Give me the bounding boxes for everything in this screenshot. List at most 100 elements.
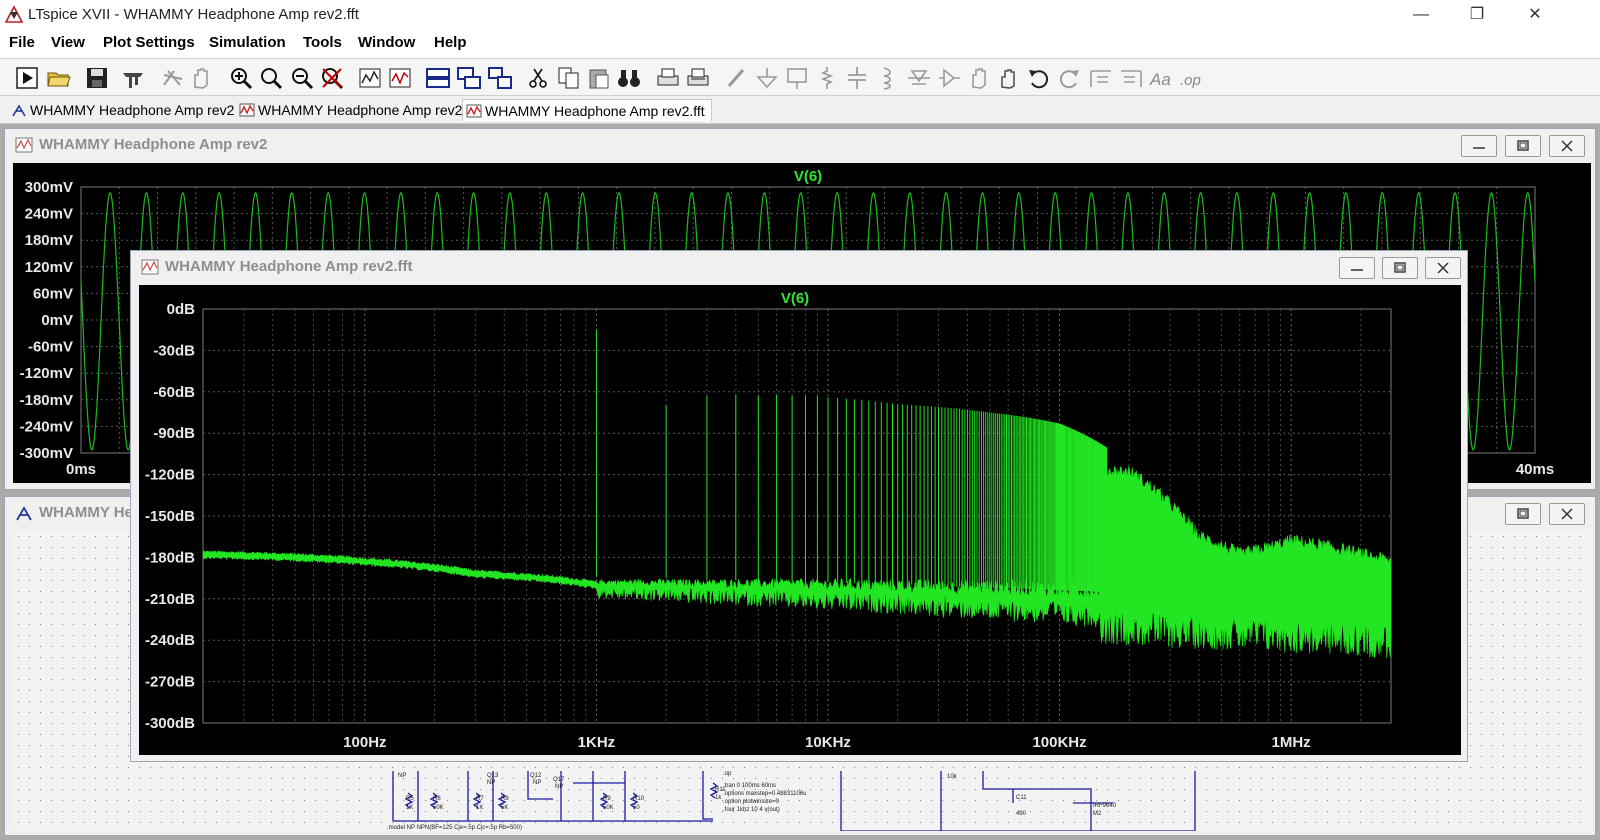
x-tick-label: 40ms [1516,461,1554,478]
window-title: WHAMMY Headphone Amp rev2 [39,136,268,153]
redo-icon[interactable] [1056,65,1082,91]
part-value: 50 [633,805,640,811]
zoom-in-icon[interactable] [228,65,254,91]
menu-help[interactable]: Help [434,34,467,51]
maximize-button[interactable] [1505,135,1541,157]
tab-label: WHAMMY Headphone Amp rev2.fft [485,103,705,119]
menu-window[interactable]: Window [358,34,415,51]
tab-fft[interactable]: WHAMMY Headphone Amp rev2.fft [462,99,712,121]
window-title-bar[interactable]: WHAMMY Headphone Amp rev2 [5,129,1595,159]
svg-text:.op: .op [1180,72,1201,89]
chart-title: V(6) [794,168,822,185]
ground-icon[interactable] [754,65,780,91]
fft-plot-window[interactable]: WHAMMY Headphone Amp rev2.fft V(6) 0dB -3… [130,250,1468,762]
menu-view[interactable]: View [51,34,85,51]
move-icon[interactable] [966,65,992,91]
tab-schematic[interactable]: WHAMMY Headphone Amp rev2 [8,99,234,121]
fft-noise-band [202,465,1392,659]
x-tick-label: 0ms [66,461,96,478]
tab-label: WHAMMY Headphone Amp rev2 [30,102,235,118]
control-panel-icon[interactable] [120,65,146,91]
y-tick-label: 240mV [25,206,73,223]
maximize-button[interactable] [1382,257,1418,279]
open-icon[interactable] [46,65,72,91]
x-tick-label: 10KHz [805,734,851,751]
minimize-icon [1473,147,1485,149]
part-value: 490 [1016,811,1027,817]
rotate-icon[interactable] [1088,65,1114,91]
part-value: 5K [501,805,508,811]
print-icon[interactable] [655,65,681,91]
window-title-bar[interactable]: WHAMMY Headphone Amp rev2.fft [131,251,1467,281]
y-tick-label: -60dB [153,384,195,401]
pan-icon[interactable] [188,65,214,91]
maximize-button[interactable] [1505,503,1541,525]
cut-icon[interactable] [525,65,551,91]
y-tick-label: 0mV [41,312,73,329]
undo-icon[interactable] [1026,65,1052,91]
zoom-area-icon[interactable] [258,65,284,91]
halt-icon[interactable] [160,65,186,91]
svg-text:Aa: Aa [1149,70,1171,89]
menu-simulation[interactable]: Simulation [209,34,286,51]
tile-vertical-icon[interactable] [487,65,513,91]
add-trace-icon[interactable] [387,65,413,91]
print-preview-icon[interactable] [685,65,711,91]
close-button[interactable] [1425,257,1461,279]
menu-file[interactable]: File [9,34,35,51]
menu-bar: File View Plot Settings Simulation Tools… [0,30,1600,56]
menu-plot-settings[interactable]: Plot Settings [103,34,195,51]
y-tick-label: 0dB [167,301,196,318]
resistor-icon[interactable] [814,65,840,91]
minimize-button[interactable] [1339,257,1375,279]
label-net-icon[interactable] [784,65,810,91]
close-button[interactable] [1549,503,1585,525]
zoom-cancel-icon[interactable] [319,65,345,91]
y-tick-label: 60mV [33,285,73,302]
close-button[interactable]: ✕ [1512,4,1558,26]
restore-button[interactable]: ❐ [1454,4,1500,26]
mdi-workspace: WHAMMY Headphone Amp rev2 V(6) 300mV 240m… [0,124,1600,840]
tab-waveform[interactable]: WHAMMY Headphone Amp rev2 [236,99,462,121]
maximize-icon [1517,508,1529,519]
capacitor-icon[interactable] [844,65,870,91]
minimize-button[interactable]: — [1398,4,1444,26]
mirror-icon[interactable] [1118,65,1144,91]
inductor-icon[interactable] [874,65,900,91]
menu-tools[interactable]: Tools [303,34,342,51]
part-value: 50K [603,805,614,811]
paste-icon[interactable] [586,65,612,91]
minimize-icon [1351,269,1363,271]
text-icon[interactable]: Aa [1148,65,1174,91]
x-tick-label: 1KHz [578,734,616,751]
autorange-icon[interactable] [357,65,383,91]
part-label: R9 [603,796,611,802]
y-tick-label: 180mV [25,232,73,249]
draw-wire-icon[interactable] [724,65,750,91]
part-label: R10 [633,796,645,802]
component-icon[interactable] [936,65,962,91]
part-label: Q12 [530,773,542,779]
save-icon[interactable] [84,65,110,91]
spice-directive-icon[interactable]: .op [1178,65,1204,91]
part-label: Q17 [553,777,565,783]
run-icon[interactable] [14,65,40,91]
zoom-out-icon[interactable] [289,65,315,91]
part-label: M2 [1093,811,1102,817]
diode-icon[interactable] [906,65,932,91]
x-tick-label: 100Hz [343,734,386,751]
close-button[interactable] [1549,135,1585,157]
cascade-icon[interactable] [456,65,482,91]
find-icon[interactable] [616,65,642,91]
minimize-button[interactable] [1461,135,1497,157]
tile-horizontal-icon[interactable] [425,65,451,91]
y-tick-label: -210dB [145,591,195,608]
y-tick-label: -240mV [20,418,73,435]
fft-plot-area[interactable]: V(6) 0dB -30dB -60dB -90dB -120dB -150dB -180d… [139,285,1461,755]
spice-directive: .four 1khz 10 4 v(out) [723,807,780,813]
copy-icon[interactable] [556,65,582,91]
fft-chart: V(6) 0dB -30dB -60dB -90dB -120dB -150dB -180d… [145,290,1392,751]
part-label: R5 [406,796,414,802]
close-icon [1561,508,1573,520]
drag-icon[interactable] [996,65,1022,91]
